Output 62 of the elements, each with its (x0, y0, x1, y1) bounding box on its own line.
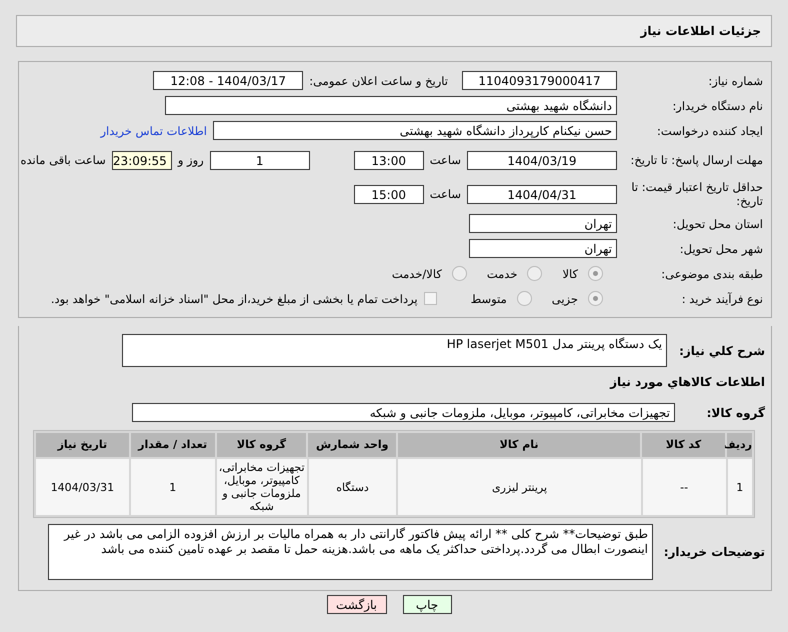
field-label: طبقه بندی موضوعی: (660, 266, 763, 280)
table-cell: 1 (728, 459, 752, 515)
table-cell: تجهیزات مخابراتی، کامپیوتر، موبایل، ملزومات جانبی و شبکه (216, 459, 307, 515)
field-label: استان محل تحویل: (672, 216, 763, 230)
days-field: 1 (210, 150, 310, 170)
requester-field: حسن نیکنام کارپرداز دانشگاه شهید بهشتی (213, 121, 617, 140)
time-field: 15:00 (354, 184, 424, 204)
field-label: شرح کلي نياز: (679, 344, 765, 358)
goods-group-field: تجهیزات مخابراتی، کامپیوتر، موبایل، ملزومات جانبی و شبکه (132, 403, 675, 422)
city-field: تهران (469, 239, 617, 258)
checkbox-label: پرداخت تمام یا بخشی از مبلغ خرید،از محل "اسناد خزانه اسلامی" خواهد بود. (50, 292, 418, 306)
remaining-time-field: 23:09:55 (112, 150, 172, 170)
radio-button[interactable] (588, 291, 603, 306)
column-header: کد کالا (642, 433, 725, 457)
radio-label: کالا/خدمت (392, 266, 442, 280)
column-header: تاریخ نیاز (36, 433, 129, 457)
field-label: نام دستگاه خریدار: (671, 98, 763, 112)
need-number-field: 1104093179000417 (462, 71, 617, 90)
radio-label: خدمت (486, 266, 518, 280)
page-title: جزئیات اطلاعات نیاز (640, 24, 761, 38)
field-label: ایجاد کننده درخواست: (656, 124, 763, 138)
field-label: ساعت باقی مانده (20, 153, 106, 167)
field-label: نوع فرآیند خرید : (680, 292, 763, 306)
table-cell: -- (642, 459, 726, 515)
radio-button[interactable] (527, 266, 542, 281)
checkbox[interactable] (424, 292, 437, 305)
radio-label: متوسط (470, 292, 507, 306)
radio-button[interactable] (516, 291, 532, 306)
field-label: مهلت ارسال پاسخ: تا تاریخ: (629, 153, 763, 167)
back-button[interactable]: بازگشت (326, 595, 386, 614)
table-cell: دستگاه (308, 459, 396, 515)
radio-label: کالا (562, 266, 578, 280)
buyer-notes-field: طبق توضیحات** شرح کلی ** ارائه پیش فاکتور گارانتی دار به همراه مالیات بر ارزش افزوده الزامی می باشد در غیر اینصورت ابطال می گردد.پرداختی حداکثر یک ماهه می باشد.هزینه حمل تا مقصد بر عهده تامین کننده می باشد (48, 524, 653, 580)
radio-button[interactable] (452, 266, 467, 281)
table-cell: 1 (130, 459, 215, 515)
description-field: یک دستگاه پرینتر مدل HP laserjet M501 (122, 334, 668, 367)
field-label: تاریخ و ساعت اعلان عمومی: (309, 74, 448, 88)
column-header: تعداد / مقدار (130, 433, 215, 457)
section-title: اطلاعات کالاهاي مورد نياز (608, 375, 766, 389)
province-field: تهران (469, 214, 617, 233)
field-label: حداقل تاریخ اعتبار قیمت: تا تاریخ: (630, 180, 763, 208)
announce-date-field: 1404/03/17 - 12:08 (153, 71, 304, 90)
column-header: واحد شمارش (308, 433, 396, 457)
time-field: 13:00 (354, 150, 424, 170)
buyer-org-field: دانشگاه شهید بهشتی (165, 96, 617, 115)
radio-button[interactable] (588, 266, 603, 281)
date-field: 1404/03/19 (467, 150, 617, 170)
column-header: گروه کالا (216, 433, 306, 457)
date-field: 1404/04/31 (467, 184, 617, 204)
field-label: ساعت (430, 153, 461, 167)
print-button[interactable]: چاپ (402, 595, 452, 614)
field-label: گروه کالا: (706, 406, 765, 420)
buyer-contact-link[interactable]: اطلاعات تماس خریدار (100, 124, 207, 138)
table-cell: پرینتر لیزری (398, 459, 641, 515)
field-label: شهر محل تحویل: (678, 242, 763, 256)
radio-label: جزیی (552, 292, 578, 306)
column-header: نام کالا (398, 433, 640, 457)
table-cell: 1404/03/31 (36, 459, 129, 515)
field-label: شماره نیاز: (707, 74, 763, 88)
field-label: ساعت (430, 187, 461, 201)
field-label: توضیحات خریدار: (665, 545, 765, 559)
field-label: روز و (178, 153, 204, 167)
